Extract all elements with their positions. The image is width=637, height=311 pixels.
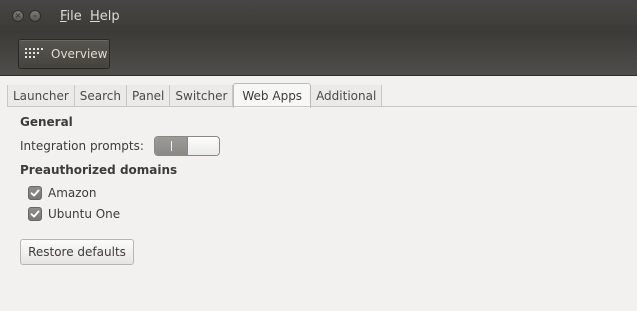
preauthorized-domains-heading: Preauthorized domains [20,163,178,177]
tab-additional[interactable]: Additional [311,85,383,107]
amazon-label: Amazon [48,186,97,200]
menu-help-mnemonic: H [90,9,100,24]
ubuntu-one-checkbox[interactable] [28,207,42,221]
menu-file-label: ile [66,9,82,24]
menu-help[interactable]: Help [90,9,120,24]
domain-ubuntu-one-row[interactable]: Ubuntu One [28,207,120,221]
tab-divider [7,106,637,107]
minimize-window-button[interactable]: – [29,10,41,22]
minimize-icon: – [33,11,37,20]
tab-launcher[interactable]: Launcher [7,85,75,107]
close-icon: × [14,11,22,20]
overview-button[interactable]: Overview [18,39,110,69]
tab-switcher[interactable]: Switcher [170,85,234,107]
domain-amazon-row[interactable]: Amazon [28,186,97,200]
checkmark-icon [30,189,40,197]
integration-prompts-label: Integration prompts: [20,139,144,153]
tab-web-apps[interactable]: Web Apps [233,83,312,108]
toolbar: Overview [0,32,637,76]
menu-bar: × – File Help [0,0,637,32]
switch-on-icon [171,141,172,151]
ubuntu-one-label: Ubuntu One [48,207,121,221]
tab-panel[interactable]: Panel [127,85,171,107]
checkmark-icon [30,210,40,218]
amazon-checkbox[interactable] [28,186,42,200]
close-window-button[interactable]: × [12,10,24,22]
grid-icon [25,48,43,58]
tab-bar: Launcher Search Panel Switcher Web Apps … [7,83,383,108]
switch-knob [187,137,219,155]
general-heading: General [20,115,73,129]
menu-file[interactable]: File [60,9,82,24]
tab-search[interactable]: Search [74,85,128,107]
restore-defaults-button[interactable]: Restore defaults [20,239,134,265]
menu-help-label: elp [99,9,120,24]
integration-prompts-switch[interactable] [154,136,220,156]
overview-label: Overview [51,47,108,61]
